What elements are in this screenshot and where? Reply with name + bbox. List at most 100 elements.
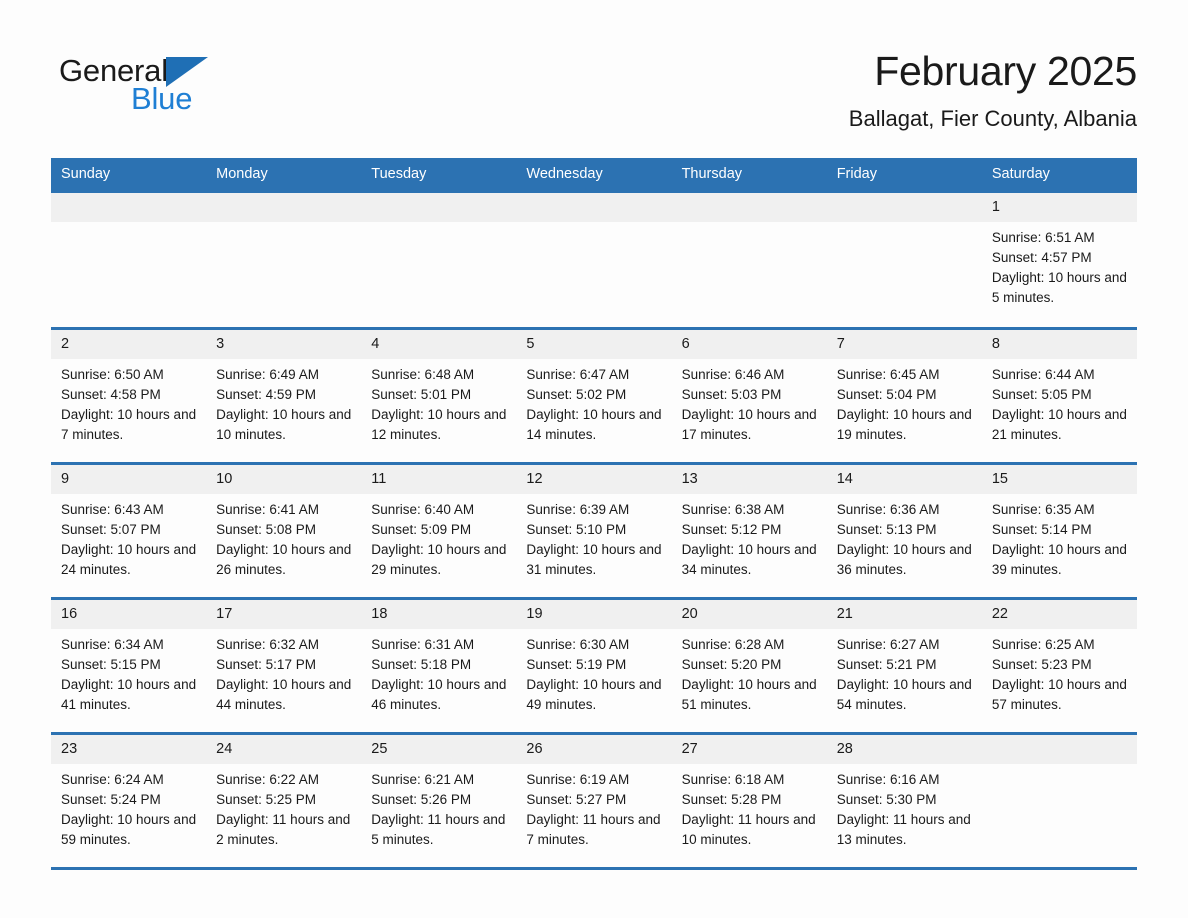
daylight-text: Daylight: 10 hours and 21 minutes. <box>991 407 1127 442</box>
sunset-text: Sunset: 5:28 PM <box>681 792 782 807</box>
day-number: 18 <box>361 600 517 629</box>
day-details: Sunrise: 6:21 AM Sunset: 5:26 PM Daylight:… <box>361 764 516 850</box>
calendar-day-cell[interactable]: 25 Sunrise: 6:21 AM Sunset: 5:26 PM Dayligh… <box>361 732 517 867</box>
day-number: 10 <box>206 465 362 494</box>
day-cell-inner <box>361 193 517 327</box>
day-cell-inner: 7 Sunrise: 6:45 AM Sunset: 5:04 PM Daylight… <box>826 330 982 462</box>
calendar-day-cell[interactable]: 5 Sunrise: 6:47 AM Sunset: 5:02 PM Daylight… <box>516 327 672 464</box>
day-cell-inner <box>671 193 827 327</box>
calendar-day-cell[interactable]: 15 Sunrise: 6:35 AM Sunset: 5:14 PM Dayligh… <box>981 462 1137 599</box>
daylight-text: Daylight: 10 hours and 57 minutes. <box>991 677 1127 712</box>
sunrise-text: Sunrise: 6:47 AM <box>526 367 630 382</box>
daylight-text: Daylight: 10 hours and 7 minutes. <box>61 407 197 442</box>
sunrise-text: Sunrise: 6:50 AM <box>61 367 164 382</box>
day-cell-inner: 14 Sunrise: 6:36 AM Sunset: 5:13 PM Dayligh… <box>826 465 982 597</box>
day-number: 13 <box>671 465 827 494</box>
calendar-day-cell[interactable]: 2 Sunrise: 6:50 AM Sunset: 4:58 PM Daylight… <box>51 327 207 464</box>
calendar-day-cell[interactable]: 23 Sunrise: 6:24 AM Sunset: 5:24 PM Dayligh… <box>51 732 207 867</box>
calendar-day-cell[interactable]: 20 Sunrise: 6:28 AM Sunset: 5:20 PM Dayligh… <box>671 597 827 734</box>
day-number: 21 <box>826 600 982 629</box>
calendar-day-cell-empty <box>671 190 827 329</box>
day-number: 9 <box>51 465 207 494</box>
sunrise-text: Sunrise: 6:25 AM <box>991 637 1095 652</box>
generalblue-logo[interactable]: General Blue <box>59 54 319 124</box>
weekday-header-friday: Friday <box>826 158 982 192</box>
sunset-text: Sunset: 5:20 PM <box>681 657 782 672</box>
daylight-text: Daylight: 10 hours and 34 minutes. <box>681 542 817 577</box>
day-cell-inner: 5 Sunrise: 6:47 AM Sunset: 5:02 PM Daylight… <box>516 330 672 462</box>
sunrise-text: Sunrise: 6:24 AM <box>61 772 164 787</box>
sunset-text: Sunset: 5:08 PM <box>216 522 316 537</box>
calendar-day-cell[interactable]: 26 Sunrise: 6:19 AM Sunset: 5:27 PM Dayligh… <box>516 732 672 867</box>
sunset-text: Sunset: 5:17 PM <box>216 657 316 672</box>
daylight-text: Daylight: 10 hours and 12 minutes. <box>371 407 507 442</box>
daylight-text: Daylight: 10 hours and 31 minutes. <box>526 542 662 577</box>
day-details: Sunrise: 6:39 AM Sunset: 5:10 PM Daylight:… <box>516 494 671 580</box>
day-details: Sunrise: 6:45 AM Sunset: 5:04 PM Daylight:… <box>827 359 982 445</box>
calendar-day-cell[interactable]: 10 Sunrise: 6:41 AM Sunset: 5:08 PM Dayligh… <box>206 462 362 599</box>
daylight-text: Daylight: 10 hours and 19 minutes. <box>836 407 972 442</box>
day-details: Sunrise: 6:27 AM Sunset: 5:21 PM Daylight:… <box>827 629 982 715</box>
calendar-day-cell[interactable]: 17 Sunrise: 6:32 AM Sunset: 5:17 PM Dayligh… <box>206 597 362 734</box>
calendar-day-cell[interactable]: 27 Sunrise: 6:18 AM Sunset: 5:28 PM Dayligh… <box>671 732 827 867</box>
sunrise-text: Sunrise: 6:45 AM <box>836 367 940 382</box>
sunset-text: Sunset: 5:14 PM <box>991 522 1092 537</box>
day-number <box>51 193 207 222</box>
calendar-page: General Blue February 2025 Ballagat, Fie… <box>0 0 1188 918</box>
sunset-text: Sunset: 4:59 PM <box>216 387 316 402</box>
calendar-day-cell[interactable]: 22 Sunrise: 6:25 AM Sunset: 5:23 PM Dayligh… <box>981 597 1137 734</box>
calendar-day-cell[interactable]: 3 Sunrise: 6:49 AM Sunset: 4:59 PM Daylight… <box>206 327 362 464</box>
daylight-text: Daylight: 10 hours and 46 minutes. <box>371 677 507 712</box>
sunrise-text: Sunrise: 6:16 AM <box>836 772 940 787</box>
calendar-day-cell[interactable]: 6 Sunrise: 6:46 AM Sunset: 5:03 PM Daylight… <box>671 327 827 464</box>
day-details: Sunrise: 6:31 AM Sunset: 5:18 PM Daylight:… <box>361 629 516 715</box>
day-number: 14 <box>826 465 982 494</box>
day-details: Sunrise: 6:50 AM Sunset: 4:58 PM Daylight:… <box>51 359 206 445</box>
day-cell-inner: 11 Sunrise: 6:40 AM Sunset: 5:09 PM Dayligh… <box>361 465 517 597</box>
calendar-week-row: 1 Sunrise: 6:51 AM Sunset: 4:57 PM Daylight… <box>51 190 1137 329</box>
day-number: 6 <box>671 330 827 359</box>
sunset-text: Sunset: 5:09 PM <box>371 522 472 537</box>
sunrise-text: Sunrise: 6:46 AM <box>681 367 785 382</box>
calendar-day-cell[interactable]: 8 Sunrise: 6:44 AM Sunset: 5:05 PM Daylight… <box>981 327 1137 464</box>
calendar-day-cell[interactable]: 1 Sunrise: 6:51 AM Sunset: 4:57 PM Daylight… <box>981 190 1137 329</box>
day-details: Sunrise: 6:16 AM Sunset: 5:30 PM Daylight:… <box>827 764 982 850</box>
calendar-day-cell[interactable]: 18 Sunrise: 6:31 AM Sunset: 5:18 PM Dayligh… <box>361 597 517 734</box>
weekday-header-saturday: Saturday <box>981 158 1137 192</box>
calendar-day-cell[interactable]: 11 Sunrise: 6:40 AM Sunset: 5:09 PM Dayligh… <box>361 462 517 599</box>
calendar-day-cell[interactable]: 19 Sunrise: 6:30 AM Sunset: 5:19 PM Dayligh… <box>516 597 672 734</box>
calendar-day-cell[interactable]: 7 Sunrise: 6:45 AM Sunset: 5:04 PM Daylight… <box>826 327 982 464</box>
sunrise-text: Sunrise: 6:28 AM <box>681 637 785 652</box>
calendar-day-cell[interactable]: 13 Sunrise: 6:38 AM Sunset: 5:12 PM Dayligh… <box>671 462 827 599</box>
day-cell-inner: 24 Sunrise: 6:22 AM Sunset: 5:25 PM Dayligh… <box>206 735 362 867</box>
day-number: 2 <box>51 330 207 359</box>
calendar-day-cell[interactable]: 28 Sunrise: 6:16 AM Sunset: 5:30 PM Dayligh… <box>826 732 982 867</box>
day-cell-inner: 22 Sunrise: 6:25 AM Sunset: 5:23 PM Dayligh… <box>981 600 1137 732</box>
day-number: 15 <box>981 465 1137 494</box>
day-number: 25 <box>361 735 517 764</box>
sunrise-text: Sunrise: 6:21 AM <box>371 772 475 787</box>
day-number: 20 <box>671 600 827 629</box>
day-cell-inner <box>826 193 982 327</box>
calendar-day-cell[interactable]: 21 Sunrise: 6:27 AM Sunset: 5:21 PM Dayligh… <box>826 597 982 734</box>
day-cell-inner <box>981 735 1137 867</box>
calendar-day-cell[interactable]: 24 Sunrise: 6:22 AM Sunset: 5:25 PM Dayligh… <box>206 732 362 867</box>
day-details <box>206 222 361 228</box>
calendar-day-cell-empty <box>981 732 1137 867</box>
day-details <box>827 222 982 228</box>
day-details: Sunrise: 6:18 AM Sunset: 5:28 PM Daylight:… <box>672 764 827 850</box>
calendar-day-cell[interactable]: 4 Sunrise: 6:48 AM Sunset: 5:01 PM Daylight… <box>361 327 517 464</box>
day-cell-inner: 21 Sunrise: 6:27 AM Sunset: 5:21 PM Dayligh… <box>826 600 982 732</box>
day-cell-inner: 26 Sunrise: 6:19 AM Sunset: 5:27 PM Dayligh… <box>516 735 672 867</box>
calendar-week-row: 2 Sunrise: 6:50 AM Sunset: 4:58 PM Daylight… <box>51 327 1137 464</box>
day-number <box>826 193 982 222</box>
calendar-day-cell[interactable]: 9 Sunrise: 6:43 AM Sunset: 5:07 PM Daylight… <box>51 462 207 599</box>
daylight-text: Daylight: 11 hours and 2 minutes. <box>216 812 351 847</box>
calendar-day-cell[interactable]: 16 Sunrise: 6:34 AM Sunset: 5:15 PM Dayligh… <box>51 597 207 734</box>
daylight-text: Daylight: 11 hours and 7 minutes. <box>526 812 661 847</box>
day-number: 5 <box>516 330 672 359</box>
day-cell-inner: 19 Sunrise: 6:30 AM Sunset: 5:19 PM Dayligh… <box>516 600 672 732</box>
calendar-day-cell[interactable]: 14 Sunrise: 6:36 AM Sunset: 5:13 PM Dayligh… <box>826 462 982 599</box>
calendar-day-cell[interactable]: 12 Sunrise: 6:39 AM Sunset: 5:10 PM Dayligh… <box>516 462 672 599</box>
day-details: Sunrise: 6:48 AM Sunset: 5:01 PM Daylight:… <box>361 359 516 445</box>
